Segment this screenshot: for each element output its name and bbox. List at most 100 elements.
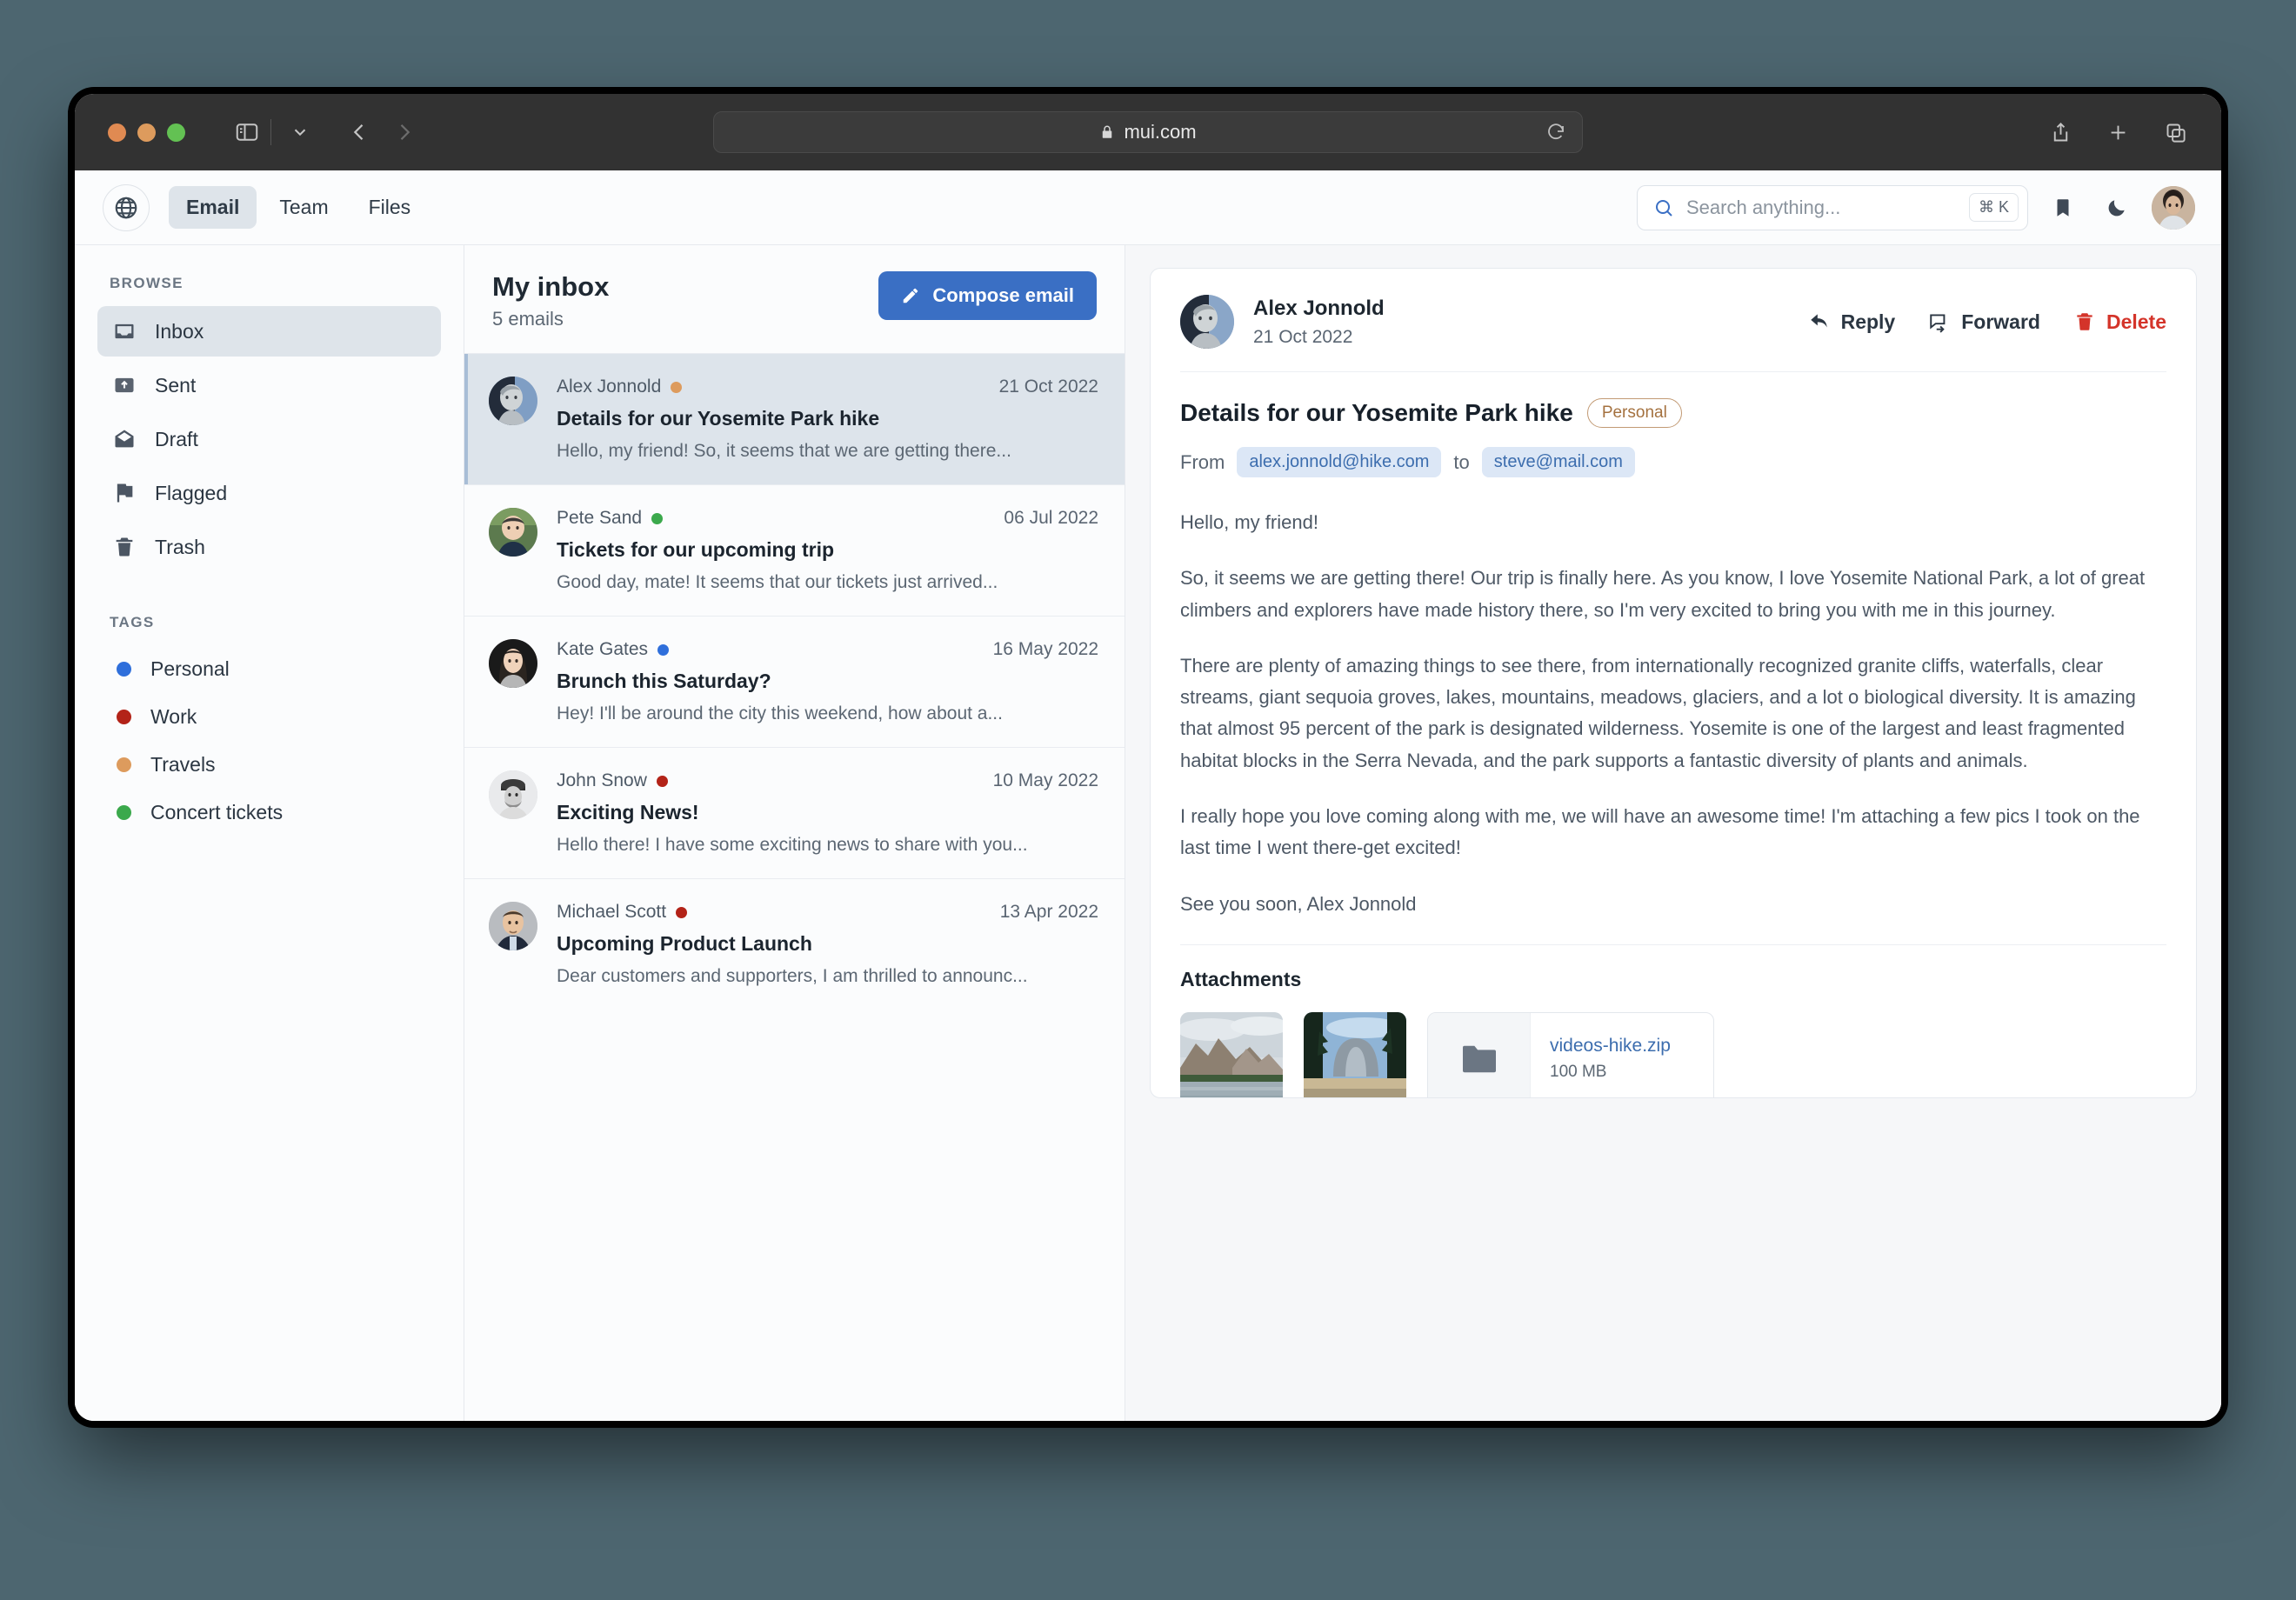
email-subject: Exciting News! (557, 801, 699, 823)
avatar (489, 770, 537, 819)
close-window-button[interactable] (108, 123, 126, 142)
email-paragraph: See you soon, Alex Jonnold (1180, 892, 1417, 915)
tag-color-dot (117, 805, 131, 820)
email-date: 21 Oct 2022 (998, 377, 1098, 397)
tag-color-dot (656, 775, 668, 787)
email-sender-name: Alex Jonnold (1253, 296, 1385, 320)
tag-color-dot (671, 381, 683, 393)
tag-personal[interactable]: Personal (97, 645, 441, 693)
desktop-background: mui.com Email Team Files Search anything… (0, 0, 2296, 1600)
back-button[interactable] (339, 112, 379, 152)
plus-icon[interactable] (2098, 112, 2138, 152)
table-row[interactable]: John Snow 10 May 2022 Exciting News! Hel… (464, 747, 1125, 878)
sidebar-tags-title: TAGS (110, 614, 155, 630)
email-paragraph: There are plenty of amazing things to se… (1180, 654, 2136, 771)
reply-button[interactable]: Reply (1808, 310, 1895, 334)
forward-button[interactable]: Forward (1928, 310, 2040, 334)
search-box[interactable]: ⌘ K (1637, 184, 2028, 230)
to-address[interactable]: steve@mail.com (1481, 447, 1635, 477)
from-address[interactable]: alex.jonnold@hike.com (1237, 447, 1442, 477)
minimize-window-button[interactable] (137, 123, 156, 142)
email-subject: Tickets for our upcoming trip (557, 538, 835, 561)
address-bar[interactable]: mui.com (713, 111, 1583, 153)
tag-color-dot (117, 757, 131, 772)
attachment-file-card[interactable]: videos-hike.zip 100 MB (1427, 1011, 1714, 1097)
forward-button[interactable] (384, 112, 424, 152)
trash-icon (2073, 310, 2096, 333)
lock-icon (1099, 124, 1115, 140)
tab-files[interactable]: Files (351, 186, 429, 229)
delete-button[interactable]: Delete (2073, 310, 2166, 334)
sidebar-item-label: Trash (155, 535, 205, 558)
sidebar-item-sent[interactable]: Sent (97, 360, 441, 410)
moon-icon[interactable] (2098, 189, 2136, 227)
email-sender: Michael Scott (557, 902, 667, 922)
email-address-row: From alex.jonnold@hike.com to steve@mail… (1180, 447, 2166, 477)
tag-concert-tickets[interactable]: Concert tickets (97, 789, 441, 837)
attachments-section: Attachments videos-hike.zip 100 MB (1180, 943, 2166, 1097)
email-sender: Alex Jonnold (557, 377, 662, 397)
browser-nav-group (222, 112, 424, 152)
email-date: 10 May 2022 (992, 770, 1098, 790)
app-tabs: Email Team Files (169, 186, 428, 229)
toolbar-divider (270, 119, 271, 145)
email-paragraph: I really hope you love coming along with… (1180, 805, 2140, 859)
sidebar-item-label: Sent (155, 373, 197, 397)
bookmark-icon[interactable] (2044, 189, 2082, 227)
avatar (1180, 295, 1234, 349)
browser-window: mui.com Email Team Files Search anything… (75, 94, 2221, 1421)
table-row[interactable]: Michael Scott 13 Apr 2022 Upcoming Produ… (464, 878, 1125, 1010)
email-count: 5 emails (492, 308, 564, 330)
globe-icon[interactable] (103, 183, 150, 231)
tag-color-dot (117, 710, 131, 724)
sidebar-item-draft[interactable]: Draft (97, 414, 441, 464)
attachment-file-name[interactable]: videos-hike.zip (1550, 1036, 1671, 1057)
avatar[interactable] (2152, 185, 2195, 230)
sidebar-item-trash[interactable]: Trash (97, 522, 441, 572)
tag-label: Work (150, 705, 197, 728)
attachment-image-2[interactable] (1304, 1011, 1406, 1097)
share-icon[interactable] (2040, 112, 2080, 152)
table-row[interactable]: Kate Gates 16 May 2022 Brunch this Satur… (464, 616, 1125, 747)
sidebar-item-flagged[interactable]: Flagged (97, 468, 441, 518)
email-list: Alex Jonnold 21 Oct 2022 Details for our… (464, 353, 1125, 1421)
header-right-group: ⌘ K (1637, 184, 2195, 230)
avatar (489, 639, 537, 688)
email-subject: Upcoming Product Launch (557, 932, 812, 955)
email-body: Hello, my friend! So, it seems we are ge… (1180, 507, 2166, 920)
email-actions: Reply Forward Delete (1808, 310, 2166, 334)
status-badge: Personal (1586, 398, 1682, 428)
maximize-window-button[interactable] (167, 123, 185, 142)
tab-email[interactable]: Email (169, 186, 257, 229)
tag-travels[interactable]: Travels (97, 741, 441, 789)
email-sender: Pete Sand (557, 508, 643, 528)
avatar (489, 902, 537, 950)
pencil-icon (901, 286, 920, 305)
tag-label: Travels (150, 753, 216, 776)
email-date: 21 Oct 2022 (1253, 326, 1353, 347)
table-row[interactable]: Pete Sand 06 Jul 2022 Tickets for our up… (464, 484, 1125, 616)
email-app: Email Team Files ⌘ K (75, 170, 2221, 1421)
compose-email-button[interactable]: Compose email (878, 271, 1097, 320)
sidebar-item-inbox[interactable]: Inbox (97, 306, 441, 357)
forward-icon (1928, 310, 1951, 333)
browser-actions-group (2035, 112, 2195, 152)
compose-button-label: Compose email (932, 284, 1074, 306)
tag-work[interactable]: Work (97, 693, 441, 741)
reload-icon[interactable] (1545, 122, 1566, 143)
table-row[interactable]: Alex Jonnold 21 Oct 2022 Details for our… (464, 353, 1125, 484)
trash-icon (111, 534, 137, 560)
search-input[interactable] (1686, 196, 1957, 219)
tag-color-dot (117, 662, 131, 677)
attachment-image-1[interactable] (1180, 1011, 1283, 1097)
email-detail-card: Alex Jonnold 21 Oct 2022 Reply Forward D… (1150, 268, 2197, 1098)
sidebar-item-label: Draft (155, 427, 198, 450)
folder-icon (1428, 1012, 1531, 1097)
tab-overview-icon[interactable] (2155, 112, 2195, 152)
chevron-down-icon[interactable] (280, 112, 320, 152)
email-snippet: Hey! I'll be around the city this weeken… (557, 703, 1003, 723)
sidebar-browse-title: BROWSE (110, 275, 184, 291)
sidebar-toggle-icon[interactable] (227, 112, 267, 152)
flag-icon (111, 480, 137, 506)
tab-team[interactable]: Team (262, 186, 345, 229)
